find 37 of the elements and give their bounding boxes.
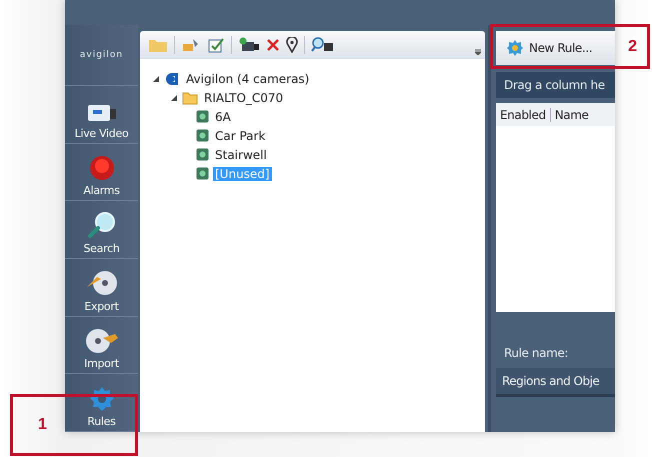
nav-item-label[interactable]: Live Video <box>74 126 128 140</box>
camera-status-icon <box>196 167 209 180</box>
pin-icon[interactable] <box>286 37 298 53</box>
camera-status-icon <box>196 129 209 142</box>
nav-item-label[interactable]: Rules <box>87 414 116 428</box>
column-header[interactable]: Name <box>550 108 593 122</box>
callout-number: 1 <box>38 416 47 434</box>
camera-icon[interactable] <box>238 37 260 53</box>
expand-arrow-icon[interactable] <box>152 74 160 82</box>
column-header[interactable]: Enabled <box>496 108 550 122</box>
nav-item-label[interactable]: Alarms <box>83 184 120 198</box>
tree-item[interactable]: RIALTO_C070 <box>202 90 286 104</box>
search-camera-icon[interactable] <box>311 37 335 53</box>
camera-status-icon <box>196 148 209 161</box>
nav-item-label[interactable]: Import <box>84 357 119 370</box>
group-by-hint: Drag a column he <box>496 72 615 98</box>
disc-icon[interactable] <box>84 326 118 354</box>
callout-number: 2 <box>628 38 637 56</box>
overflow-icon[interactable] <box>475 49 481 55</box>
rule-name-field[interactable]: Regions and Obje <box>496 368 615 397</box>
camera-status-icon <box>196 110 209 123</box>
logo: avigilon <box>65 25 138 86</box>
nav-item-label[interactable]: Export <box>84 300 119 313</box>
field-label: Rule name: <box>504 346 570 360</box>
tree-item[interactable]: 6A <box>213 110 233 124</box>
expand-arrow-icon[interactable] <box>170 94 178 102</box>
tools-icon[interactable] <box>181 37 201 53</box>
nav-item-label[interactable]: Search <box>84 242 120 256</box>
tree-item[interactable]: Car Park <box>213 128 268 142</box>
tree-item[interactable]: Avigilon (4 cameras) <box>184 72 312 86</box>
delete-icon[interactable] <box>266 38 280 52</box>
logo-icon <box>164 70 180 86</box>
search-icon[interactable] <box>86 211 116 240</box>
tree-item[interactable]: Stairwell <box>213 148 269 162</box>
gear-icon <box>506 39 524 57</box>
folder-icon <box>182 90 198 104</box>
checkbox-icon[interactable] <box>207 37 225 53</box>
